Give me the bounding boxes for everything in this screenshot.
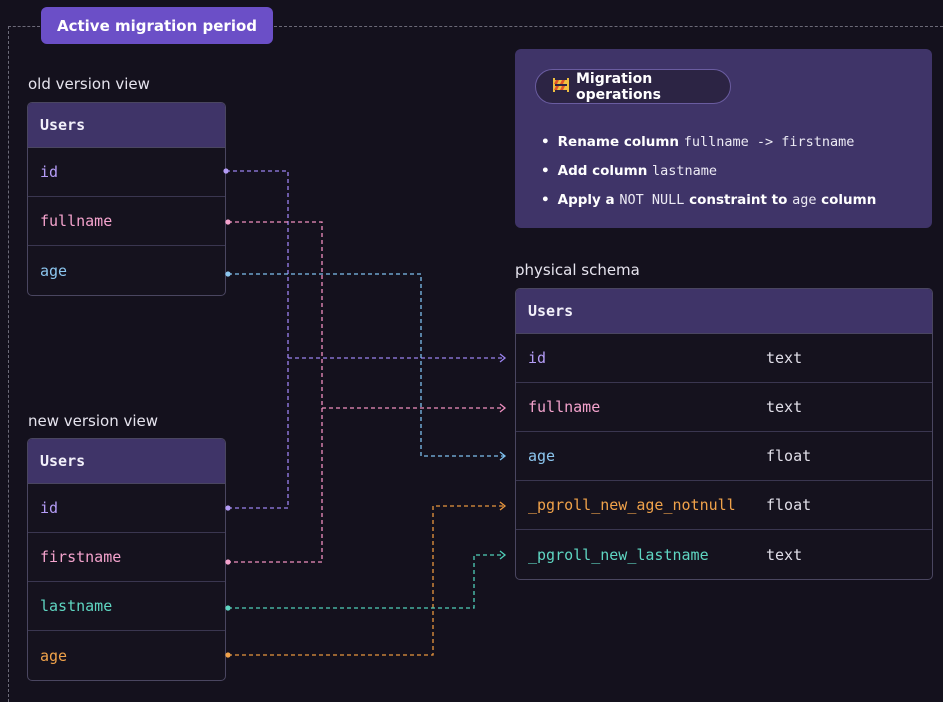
column-mapping-connectors bbox=[223, 168, 507, 658]
connector-lastname bbox=[228, 554, 504, 609]
connector-age-notnull bbox=[228, 505, 504, 656]
connector-id bbox=[226, 170, 504, 509]
dot-old-id bbox=[223, 168, 229, 174]
dot-new-firstname bbox=[225, 559, 231, 565]
dot-new-age bbox=[225, 652, 231, 658]
dot-new-id bbox=[225, 505, 231, 511]
dot-old-age bbox=[225, 271, 231, 277]
dot-new-lastname bbox=[225, 605, 231, 611]
connector-fullname bbox=[228, 221, 504, 563]
connector-age bbox=[228, 273, 504, 457]
dot-old-fullname bbox=[225, 219, 231, 225]
